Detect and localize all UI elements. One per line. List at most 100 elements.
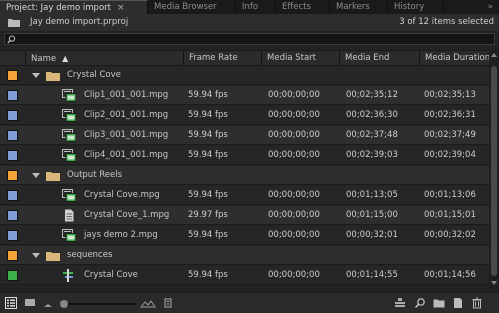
item-name: Clip1_001_001.mpg: [84, 90, 169, 100]
item-name: Crystal Cove_1.mpg: [84, 210, 170, 220]
list-view-icon[interactable]: [5, 297, 17, 309]
bin-row[interactable]: Crystal Cove: [0, 66, 489, 85]
label-color-swatch[interactable]: [7, 210, 18, 221]
media-end-cell: 00;01;13;05: [346, 190, 398, 200]
media-end-cell: 00;01;15;00: [346, 210, 398, 220]
item-name: Crystal Cove: [84, 270, 138, 280]
column-header-name[interactable]: Name ▲: [25, 51, 183, 66]
scrollbar-thumb[interactable]: [491, 66, 497, 276]
zoom-out-icon[interactable]: [42, 297, 54, 309]
sequence-icon: [62, 269, 76, 282]
tab-info[interactable]: Info: [236, 0, 276, 14]
document-icon: [62, 209, 76, 222]
icon-view-icon[interactable]: [24, 297, 36, 309]
media-start-cell: 00;00;00;00: [268, 110, 320, 120]
label-color-swatch[interactable]: [7, 170, 18, 181]
trash-icon[interactable]: [471, 297, 483, 309]
column-header-media-start[interactable]: Media Start: [261, 51, 339, 66]
label-color-swatch[interactable]: [7, 190, 18, 201]
column-header-media-duration[interactable]: Media Duration: [419, 51, 490, 66]
clip-row[interactable]: Crystal Cove_1.mpg 29.97 fps 00;00;00;00 00…: [0, 206, 489, 225]
media-duration-cell: 00;01;14;56: [424, 270, 476, 280]
new-bin-icon[interactable]: [433, 297, 445, 309]
bin-row[interactable]: sequences: [0, 246, 489, 265]
item-name: Crystal Cove.mpg: [84, 190, 160, 200]
sequence-row[interactable]: Crystal Cove 59.94 fps 00;00;00;00 00;01;14…: [0, 266, 489, 285]
tab-project[interactable]: Project: Jay demo import ×: [0, 0, 148, 14]
tab-history-label: History: [394, 2, 425, 12]
close-icon[interactable]: ×: [117, 3, 125, 13]
scroll-up-arrow-icon[interactable]: [491, 53, 497, 57]
clip-row[interactable]: Crystal Cove.mpg 59.94 fps 00;00;00;00 00;0…: [0, 186, 489, 205]
folder-icon: [8, 19, 20, 27]
column-header-name-label: Name: [31, 54, 57, 64]
label-color-swatch[interactable]: [7, 250, 18, 261]
tab-markers-label: Markers: [336, 2, 370, 12]
video-clip-icon: [62, 89, 77, 102]
clip-row[interactable]: Clip4_001_001.mpg 59.94 fps 00;00;00;00 00;…: [0, 146, 489, 165]
frame-rate-cell: 59.94 fps: [188, 130, 228, 140]
label-color-swatch[interactable]: [7, 110, 18, 121]
folder-icon: [46, 171, 60, 181]
tab-effects-label: Effects: [282, 2, 311, 12]
scroll-down-arrow-icon[interactable]: [491, 281, 497, 285]
media-start-cell: 00;00;00;00: [268, 270, 320, 280]
column-header-frame-rate[interactable]: Frame Rate: [183, 51, 261, 66]
media-end-cell: 00;00;32;01: [346, 230, 398, 240]
video-clip-icon: [62, 189, 77, 202]
label-color-swatch[interactable]: [7, 70, 18, 81]
disclosure-triangle-icon[interactable]: [32, 73, 40, 78]
clip-row[interactable]: Clip1_001_001.mpg 59.94 fps 00;00;00;00 00;…: [0, 86, 489, 105]
label-color-swatch[interactable]: [7, 230, 18, 241]
media-start-cell: 00;00;00;00: [268, 130, 320, 140]
tab-history[interactable]: History: [388, 0, 444, 14]
item-name: Clip2_001_001.mpg: [84, 110, 169, 120]
find-icon[interactable]: [414, 297, 426, 309]
tab-media-browser[interactable]: Media Browser: [148, 0, 236, 14]
media-start-cell: 00;00;00;00: [268, 150, 320, 160]
media-start-cell: 00;00;00;00: [268, 230, 320, 240]
disclosure-triangle-icon[interactable]: [32, 173, 40, 178]
media-duration-cell: 00;02;37;49: [424, 130, 476, 140]
bin-name: Crystal Cove: [67, 70, 121, 80]
media-start-cell: 00;00;00;00: [268, 90, 320, 100]
search-icon: [7, 35, 16, 44]
media-start-cell: 00;00;00;00: [268, 190, 320, 200]
tab-overflow-button[interactable]: »: [444, 0, 499, 14]
video-clip-icon: [62, 229, 77, 242]
label-color-swatch[interactable]: [7, 90, 18, 101]
clip-row[interactable]: Clip2_001_001.mpg 59.94 fps 00;00;00;00 00;…: [0, 106, 489, 125]
clip-row[interactable]: jays demo 2.mpg 59.94 fps 00;00;00;00 00;00…: [0, 226, 489, 245]
media-duration-cell: 00;00;32;02: [424, 230, 476, 240]
tab-media-browser-label: Media Browser: [154, 2, 217, 12]
new-item-icon[interactable]: [452, 297, 464, 309]
bin-name: Output Reels: [67, 170, 123, 180]
folder-icon: [46, 71, 60, 81]
zoom-in-icon[interactable]: [140, 297, 156, 309]
media-duration-cell: 00;01;15;01: [424, 210, 476, 220]
frame-rate-cell: 59.94 fps: [188, 190, 228, 200]
label-color-swatch[interactable]: [7, 150, 18, 161]
vertical-scrollbar[interactable]: [489, 50, 499, 288]
frame-rate-cell: 59.94 fps: [188, 270, 228, 280]
column-header-media-end[interactable]: Media End: [339, 51, 419, 66]
clip-row[interactable]: Clip3_001_001.mpg 59.94 fps 00;00;00;00 00;…: [0, 126, 489, 145]
label-color-swatch[interactable]: [7, 130, 18, 141]
tab-effects[interactable]: Effects: [276, 0, 330, 14]
frame-rate-cell: 59.94 fps: [188, 150, 228, 160]
media-end-cell: 00;02;36;30: [346, 110, 398, 120]
tab-markers[interactable]: Markers: [330, 0, 388, 14]
media-duration-cell: 00;01;13;06: [424, 190, 476, 200]
bin-row[interactable]: Output Reels: [0, 166, 489, 185]
disclosure-triangle-icon[interactable]: [32, 253, 40, 258]
zoom-slider-track[interactable]: [60, 303, 136, 305]
sort-ascending-icon: ▲: [62, 54, 69, 63]
sort-icons-icon[interactable]: [162, 297, 174, 309]
media-end-cell: 00;02;39;03: [346, 150, 398, 160]
search-input[interactable]: [4, 33, 495, 45]
bin-name: sequences: [67, 250, 113, 260]
zoom-slider-thumb[interactable]: [60, 300, 68, 308]
label-color-swatch[interactable]: [7, 270, 18, 281]
media-duration-cell: 00;02;36;31: [424, 110, 476, 120]
automate-to-sequence-icon[interactable]: [394, 297, 406, 309]
